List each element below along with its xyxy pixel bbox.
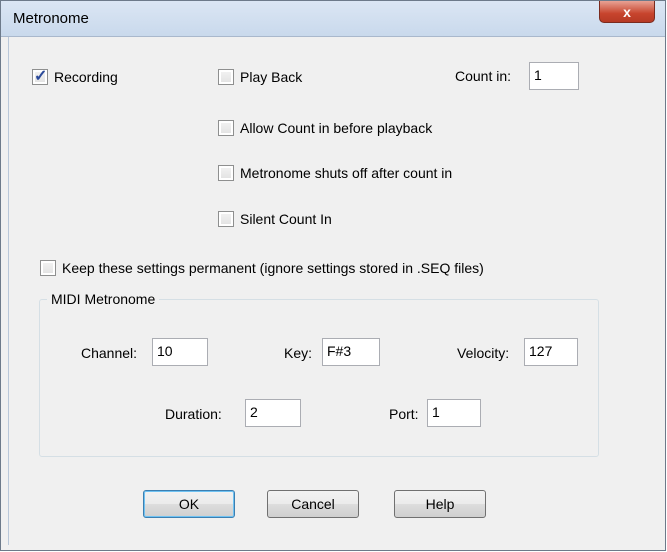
midi-metronome-group (39, 299, 599, 457)
dialog-body: ✓ Recording ✓ Play Back Count in: 1 ✓ Al… (8, 37, 658, 545)
play-back-check-box[interactable]: ✓ (218, 69, 234, 85)
silent-count-in-checkbox[interactable]: ✓ Silent Count In (218, 207, 332, 231)
recording-checkbox[interactable]: ✓ Recording (32, 65, 118, 89)
silent-count-in-label: Silent Count In (240, 211, 332, 227)
ok-button[interactable]: OK (143, 490, 235, 518)
cancel-button[interactable]: Cancel (267, 490, 359, 518)
channel-field[interactable]: 10 (152, 338, 208, 366)
duration-label: Duration: (165, 406, 222, 422)
close-button[interactable]: x (599, 1, 655, 23)
title-bar: Metronome x (1, 1, 665, 37)
allow-count-in-label: Allow Count in before playback (240, 120, 433, 136)
recording-check-box[interactable]: ✓ (32, 68, 48, 85)
shuts-off-check-box[interactable]: ✓ (218, 165, 234, 181)
keep-settings-label: Keep these settings permanent (ignore se… (62, 260, 484, 276)
shuts-off-checkbox[interactable]: ✓ Metronome shuts off after count in (218, 161, 452, 185)
port-field[interactable]: 1 (427, 399, 481, 427)
keep-settings-check-box[interactable]: ✓ (40, 260, 56, 276)
allow-count-in-checkbox[interactable]: ✓ Allow Count in before playback (218, 116, 432, 140)
metronome-dialog: Metronome x ✓ Recording ✓ Play Back Coun… (0, 0, 666, 551)
checkmark-icon: ✓ (34, 68, 48, 85)
channel-label: Channel: (81, 345, 138, 361)
allow-count-in-check-box[interactable]: ✓ (218, 120, 234, 136)
duration-field[interactable]: 2 (245, 399, 301, 427)
window-title: Metronome (13, 10, 89, 27)
recording-label: Recording (54, 69, 118, 85)
velocity-label: Velocity: (457, 345, 510, 361)
help-button[interactable]: Help (394, 490, 486, 518)
key-field[interactable]: F#3 (322, 338, 380, 366)
count-in-label: Count in: (455, 68, 512, 84)
keep-settings-checkbox[interactable]: ✓ Keep these settings permanent (ignore … (40, 256, 484, 280)
midi-metronome-legend: MIDI Metronome (47, 291, 160, 307)
play-back-label: Play Back (240, 69, 303, 85)
shuts-off-label: Metronome shuts off after count in (240, 165, 453, 181)
port-label: Port: (389, 406, 419, 422)
close-icon: x (623, 3, 631, 20)
play-back-checkbox[interactable]: ✓ Play Back (218, 65, 302, 89)
velocity-field[interactable]: 127 (524, 338, 578, 366)
count-in-field[interactable]: 1 (529, 62, 579, 90)
key-label: Key: (284, 345, 313, 361)
silent-count-in-check-box[interactable]: ✓ (218, 211, 234, 227)
